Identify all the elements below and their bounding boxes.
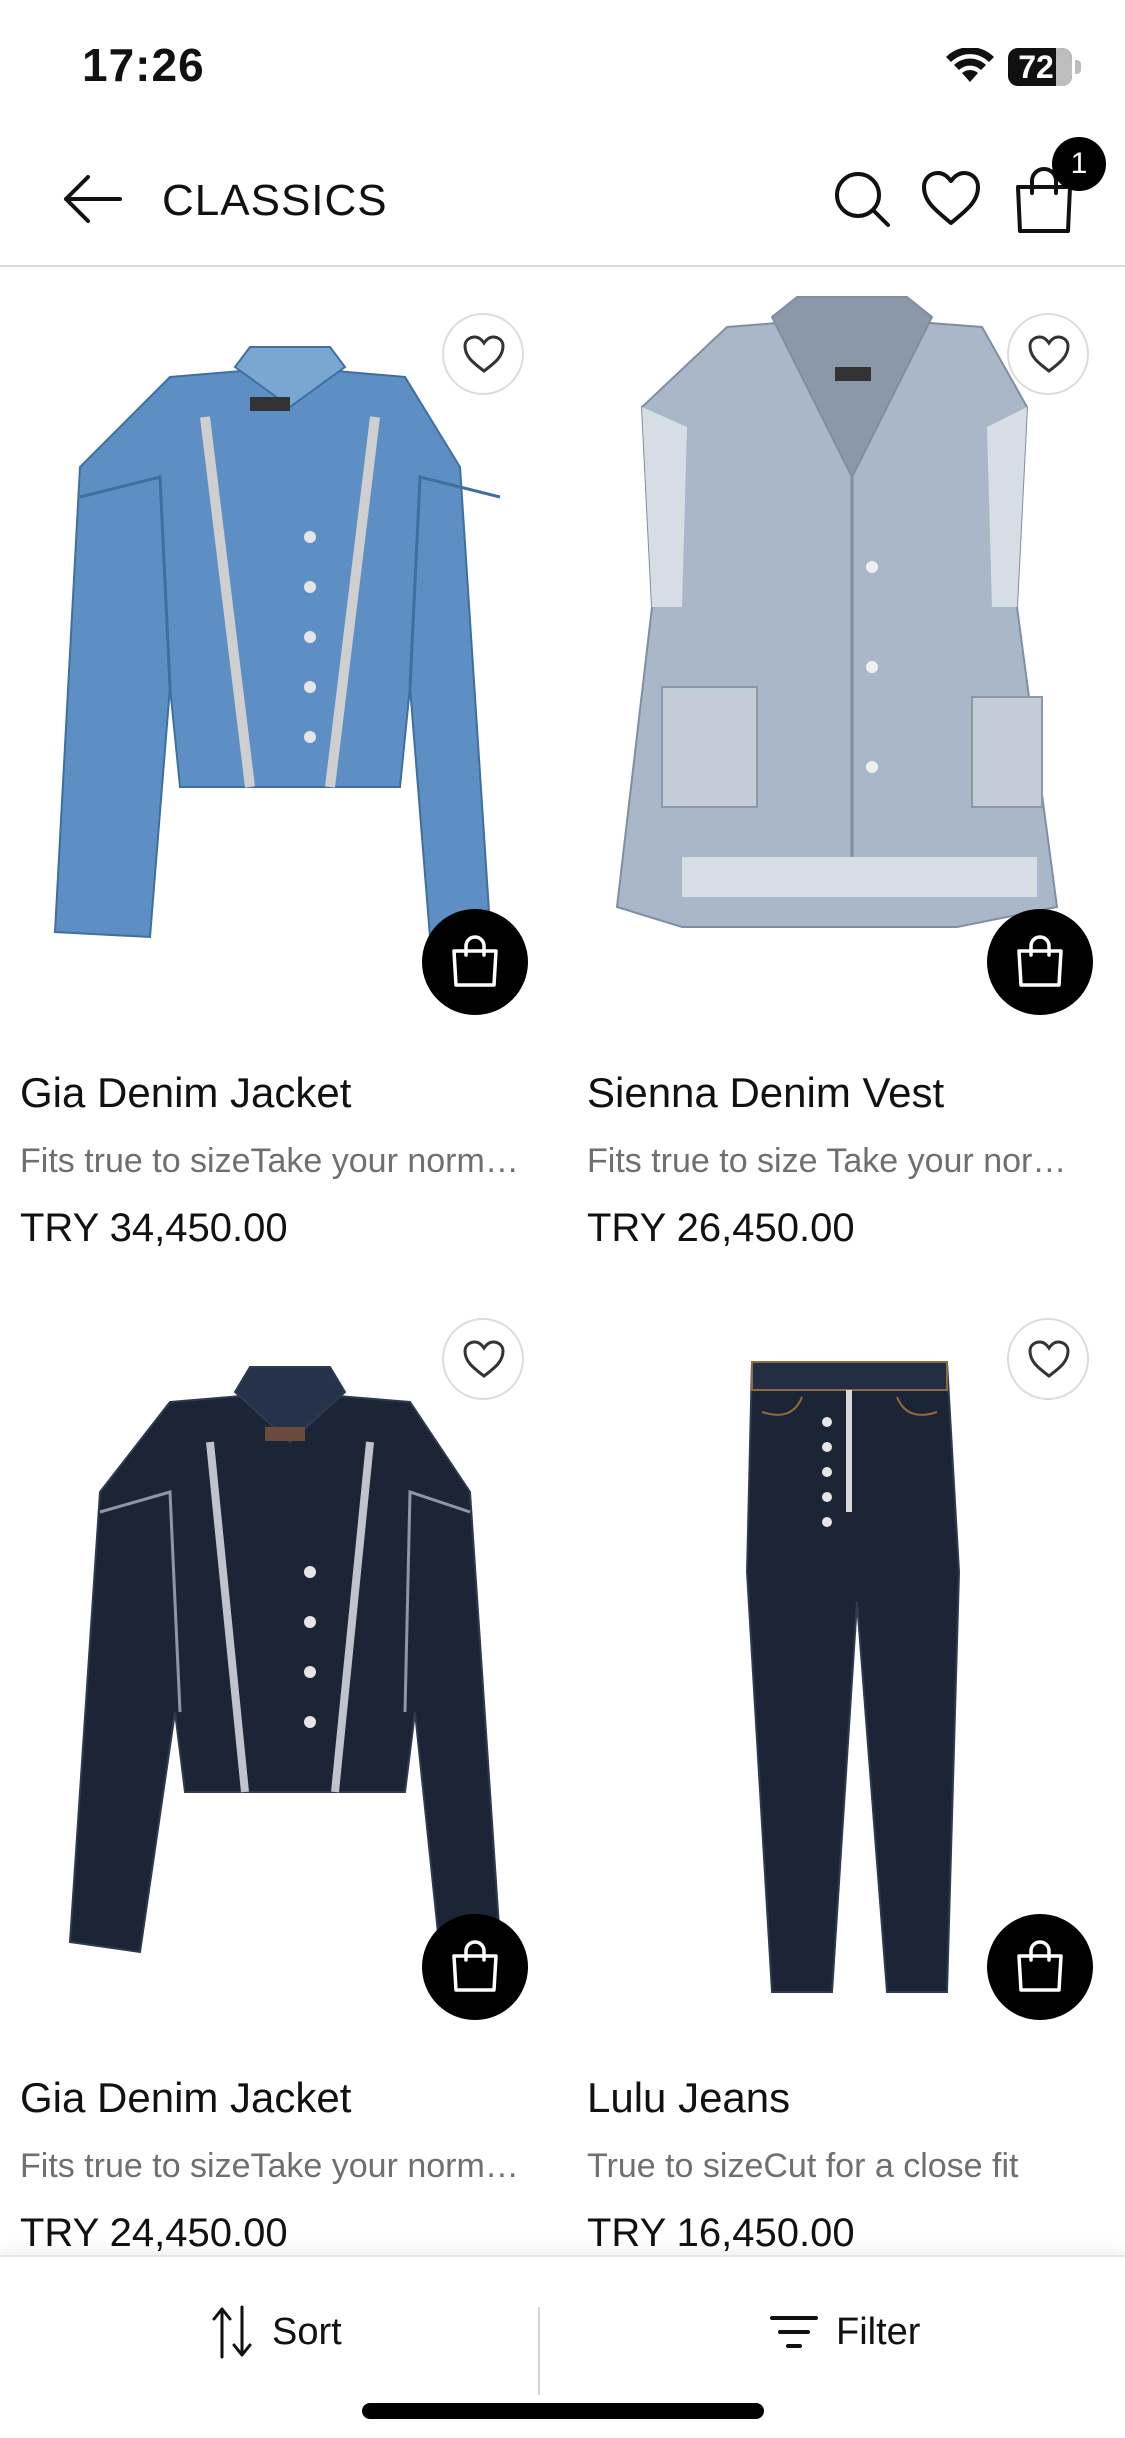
- product-grid: Gia Denim Jacket Fits true to sizeTake y…: [0, 267, 1125, 2255]
- add-to-cart-button[interactable]: [422, 909, 528, 1015]
- shopping-bag-icon: [1017, 935, 1063, 987]
- sort-label: Sort: [272, 2311, 342, 2353]
- divider: [538, 2307, 540, 2395]
- status-time: 17:26: [82, 39, 205, 91]
- add-to-cart-button[interactable]: [987, 1914, 1093, 2020]
- heart-icon: [463, 1340, 505, 1378]
- bottom-action-bar: Sort Filter: [0, 2255, 1125, 2438]
- product-description: Fits true to size Take your normal size: [587, 1142, 1087, 1180]
- status-bar: 17:26 72: [0, 0, 1125, 135]
- product-description: Fits true to sizeTake your normal size: [20, 1142, 520, 1180]
- add-to-wishlist-button[interactable]: [1007, 313, 1089, 395]
- shopping-bag-icon: [452, 935, 498, 987]
- wishlist-heart-icon[interactable]: [920, 169, 982, 229]
- product-name[interactable]: Gia Denim Jacket: [20, 2072, 351, 2124]
- product-card[interactable]: Gia Denim Jacket Fits true to sizeTake y…: [20, 267, 565, 1250]
- product-name[interactable]: Lulu Jeans: [587, 2072, 790, 2124]
- product-card[interactable]: Gia Denim Jacket Fits true to sizeTake y…: [20, 1272, 565, 2255]
- product-card[interactable]: Lulu Jeans True to sizeCut for a close f…: [587, 1272, 1125, 2255]
- product-description: Fits true to sizeTake your normal size: [20, 2147, 520, 2185]
- product-price: TRY 34,450.00: [20, 1206, 288, 1250]
- add-to-wishlist-button[interactable]: [1007, 1318, 1089, 1400]
- add-to-cart-button[interactable]: [422, 1914, 528, 2020]
- product-description: True to sizeCut for a close fit: [587, 2147, 1019, 2185]
- shopping-bag-icon: [1017, 1940, 1063, 1992]
- battery-icon: 72: [1008, 48, 1082, 86]
- product-price: TRY 16,450.00: [587, 2211, 855, 2255]
- filter-icon: [770, 2316, 818, 2348]
- sort-button[interactable]: Sort: [210, 2297, 342, 2367]
- heart-icon: [1028, 335, 1070, 373]
- product-price: TRY 26,450.00: [587, 1206, 855, 1250]
- cart-count-badge: 1: [1052, 137, 1106, 191]
- add-to-cart-button[interactable]: [987, 909, 1093, 1015]
- sort-icon: [212, 2305, 252, 2359]
- product-card[interactable]: Sienna Denim Vest Fits true to size Take…: [587, 267, 1125, 1250]
- page-title: CLASSICS: [162, 176, 388, 225]
- filter-button[interactable]: Filter: [770, 2297, 920, 2367]
- heart-icon: [463, 335, 505, 373]
- shopping-bag-icon: [452, 1940, 498, 1992]
- heart-icon: [1028, 1340, 1070, 1378]
- header: CLASSICS: [0, 135, 1125, 267]
- battery-level: 72: [1018, 49, 1054, 85]
- add-to-wishlist-button[interactable]: [442, 313, 524, 395]
- search-icon[interactable]: [832, 169, 892, 229]
- product-name[interactable]: Gia Denim Jacket: [20, 1067, 351, 1119]
- home-indicator[interactable]: [362, 2403, 764, 2419]
- add-to-wishlist-button[interactable]: [442, 1318, 524, 1400]
- wifi-icon: [946, 48, 994, 82]
- filter-label: Filter: [836, 2311, 921, 2353]
- back-arrow-icon[interactable]: [60, 171, 124, 227]
- product-name[interactable]: Sienna Denim Vest: [587, 1067, 944, 1119]
- product-price: TRY 24,450.00: [20, 2211, 288, 2255]
